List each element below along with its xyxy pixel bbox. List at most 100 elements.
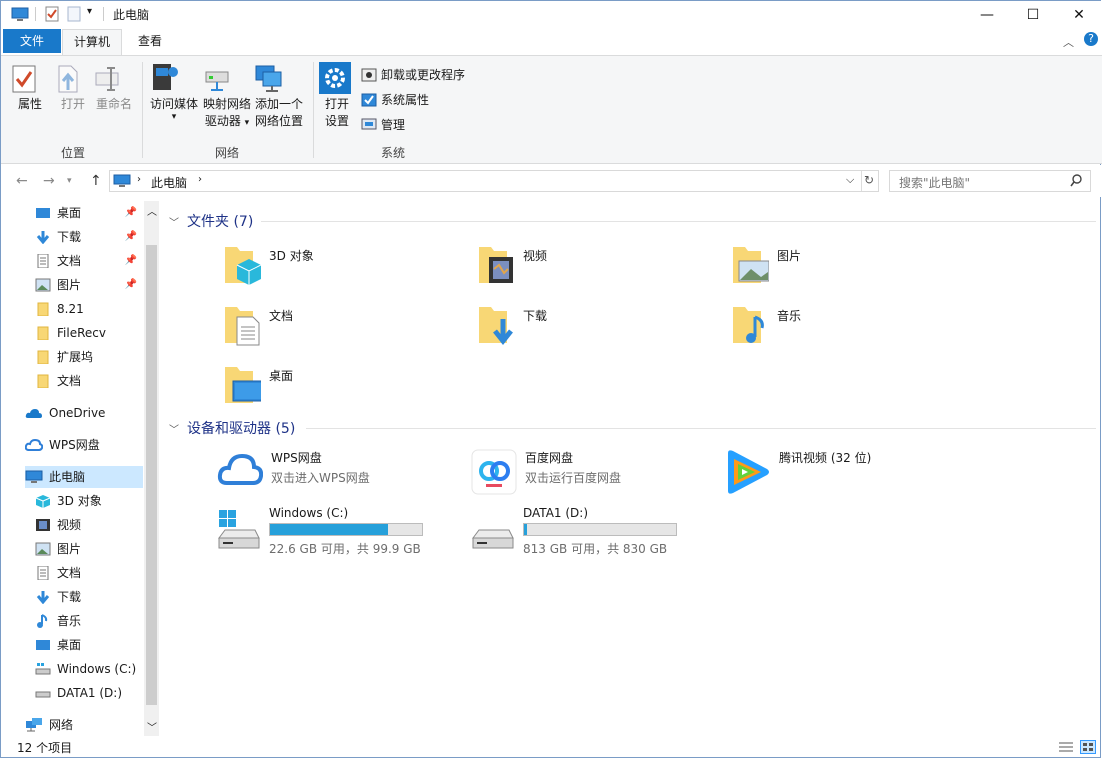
uninstall-program-button[interactable]: 卸载或更改程序 [361, 66, 465, 83]
scrollbar-thumb[interactable] [146, 245, 157, 705]
nav-pictures[interactable]: 图片 [35, 538, 145, 560]
nav-quick-downloads[interactable]: 下载 📌 [35, 226, 145, 248]
device-tencent-video[interactable]: 腾讯视频 (32 位) [725, 449, 871, 495]
refresh-icon[interactable]: ↻ [864, 173, 874, 187]
close-button[interactable]: ✕ [1056, 1, 1102, 28]
folder-downloads[interactable]: 下载 [477, 303, 547, 347]
divider [313, 62, 314, 158]
nav-scrollbar[interactable]: ︿ ﹀ [144, 201, 159, 736]
downloads-folder-icon [479, 307, 513, 346]
collapse-ribbon-icon[interactable]: ︿ [1063, 34, 1074, 50]
nav-desktop[interactable]: 桌面 [35, 634, 145, 656]
download-arrow-icon [36, 591, 50, 604]
breadcrumb-chevron-icon[interactable]: › [137, 174, 141, 185]
nav-this-pc[interactable]: 此电脑 [25, 466, 143, 488]
nav-quick-desktop[interactable]: 桌面 📌 [35, 202, 145, 224]
device-baidu-drive[interactable]: 百度网盘 双击运行百度网盘 [471, 449, 621, 495]
folder-3d-objects[interactable]: 3D 对象 [223, 243, 314, 287]
3d-objects-folder-icon [225, 247, 261, 285]
folder-pictures[interactable]: 图片 [731, 243, 801, 287]
desktop-icon [36, 208, 50, 218]
system-properties-button[interactable]: 系统属性 [361, 91, 429, 108]
help-icon[interactable]: ? [1084, 32, 1098, 46]
nav-quick-documents[interactable]: 文档 📌 [35, 250, 145, 272]
access-media-button[interactable]: 访问媒体 ▾ [147, 62, 201, 122]
nav-wps-drive[interactable]: WPS网盘 [25, 434, 135, 456]
pin-icon[interactable]: 📌 [125, 250, 137, 272]
properties-quick-icon[interactable] [45, 6, 59, 22]
nav-documents[interactable]: 文档 [35, 562, 145, 584]
search-box[interactable]: 搜索"此电脑" [889, 170, 1091, 192]
folder-desktop[interactable]: 桌面 [223, 363, 293, 407]
nav-label: DATA1 (D:) [57, 686, 123, 700]
folders-section-header[interactable]: ﹀ 文件夹 (7) [169, 211, 253, 231]
scroll-up-icon[interactable]: ︿ [147, 203, 157, 218]
customize-quick-access-icon[interactable]: ▾ [87, 6, 92, 17]
folder-music[interactable]: 音乐 [731, 303, 801, 347]
scroll-down-icon[interactable]: ﹀ [147, 719, 157, 734]
add-location-label-1: 添加一个 [254, 97, 303, 111]
recent-locations-icon[interactable]: ▾ [67, 176, 72, 186]
nav-quick-filerecv[interactable]: FileRecv [35, 322, 145, 344]
tab-file[interactable]: 文件 [3, 29, 61, 53]
nav-onedrive[interactable]: OneDrive [25, 402, 135, 424]
back-arrow-icon[interactable]: ← [16, 173, 28, 189]
section-title: 文件夹 (7) [187, 214, 254, 230]
open-settings-button[interactable]: 打开 设置 [319, 62, 355, 130]
nav-quick-documents-2[interactable]: 文档 [35, 370, 145, 392]
breadcrumb-this-pc[interactable]: 此电脑 [151, 174, 187, 191]
open-label: 打开 [60, 97, 85, 111]
tab-view[interactable]: 查看 [127, 29, 173, 53]
device-wps-drive[interactable]: WPS网盘 双击进入WPS网盘 [217, 449, 370, 489]
folder-documents[interactable]: 文档 [223, 303, 293, 347]
devices-section-header[interactable]: ﹀ 设备和驱动器 (5) [169, 418, 295, 438]
manage-button[interactable]: 管理 [361, 116, 405, 133]
add-location-label-2: 网络位置 [254, 114, 303, 128]
address-bar[interactable]: › 此电脑 › ⌵ ↻ [109, 170, 879, 192]
nav-label: 文档 [57, 566, 82, 580]
forward-arrow-icon[interactable]: → [43, 173, 55, 189]
drive-name: DATA1 (D:) [523, 506, 589, 520]
search-input[interactable]: 搜索"此电脑" [899, 174, 970, 191]
details-view-icon[interactable] [1058, 740, 1074, 754]
minimize-button[interactable]: — [964, 1, 1010, 28]
open-button: 打开 [55, 64, 91, 113]
pin-icon[interactable]: 📌 [125, 226, 137, 248]
group-network-label: 网络 [215, 146, 240, 160]
divider [261, 221, 1096, 222]
large-icons-view-icon[interactable] [1080, 740, 1096, 754]
ribbon: 属性 打开 重命名 位置 访问媒体 ▾ 映射网络 驱动器 ▾ 添加一个 网络位置… [1, 55, 1102, 164]
pin-icon[interactable]: 📌 [125, 274, 137, 296]
breadcrumb-chevron-icon[interactable]: › [198, 174, 202, 185]
nav-drive-c[interactable]: Windows (C:) [35, 658, 145, 680]
media-icon [147, 62, 201, 94]
chevron-down-icon: ﹀ [169, 424, 179, 436]
search-icon[interactable] [1070, 174, 1082, 187]
item-count: 12 个项目 [17, 741, 73, 755]
map-drive-button[interactable]: 映射网络 驱动器 ▾ [200, 62, 254, 132]
computer-icon[interactable] [11, 7, 29, 22]
nav-downloads[interactable]: 下载 [35, 586, 145, 608]
nav-network[interactable]: 网络 [25, 714, 135, 736]
nav-label: WPS网盘 [49, 438, 100, 452]
tab-computer[interactable]: 计算机 [62, 29, 123, 56]
nav-3d-objects[interactable]: 3D 对象 [35, 490, 145, 512]
nav-drive-d[interactable]: DATA1 (D:) [35, 682, 145, 704]
up-arrow-icon[interactable]: ↑ [90, 173, 102, 189]
documents-folder-icon [225, 307, 260, 346]
drive-d[interactable]: DATA1 (D:) 813 GB 可用，共 830 GB [471, 506, 677, 557]
pin-icon[interactable]: 📌 [125, 202, 137, 224]
nav-videos[interactable]: 视频 [35, 514, 145, 536]
nav-quick-dock[interactable]: 扩展坞 [35, 346, 145, 368]
nav-music[interactable]: 音乐 [35, 610, 145, 632]
add-network-location-button[interactable]: 添加一个 网络位置 [252, 62, 306, 130]
new-folder-quick-icon[interactable] [67, 6, 81, 22]
folder-videos[interactable]: 视频 [477, 243, 547, 287]
maximize-button[interactable]: ☐ [1010, 1, 1056, 28]
address-dropdown-icon[interactable]: ⌵ [846, 173, 854, 187]
properties-button[interactable]: 属性 [11, 64, 49, 113]
nav-quick-pictures[interactable]: 图片 📌 [35, 274, 145, 296]
nav-quick-8-21[interactable]: 8.21 [35, 298, 145, 320]
wps-cloud-icon [25, 438, 43, 451]
drive-c[interactable]: Windows (C:) 22.6 GB 可用，共 99.9 GB [217, 506, 423, 557]
